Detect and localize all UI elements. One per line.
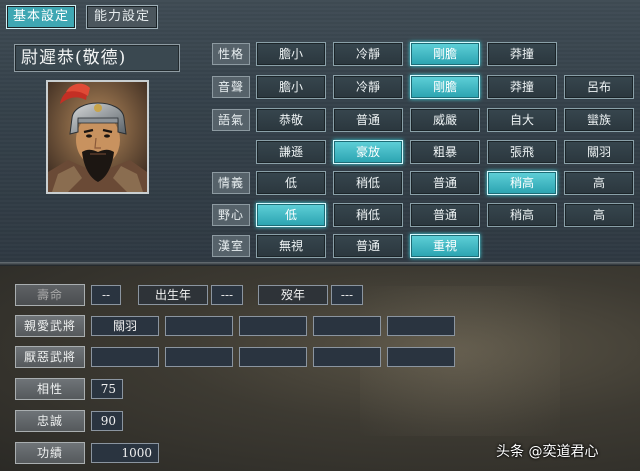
attribute-option-button[interactable]: 張飛: [487, 140, 557, 164]
birth-year-field[interactable]: ---: [211, 285, 243, 305]
lifespan-label[interactable]: 壽命: [15, 284, 85, 306]
officer-slot-field[interactable]: [239, 316, 307, 336]
death-year-label: 歿年: [258, 285, 328, 305]
attribute-option-button[interactable]: 莽撞: [487, 42, 557, 66]
attribute-option-button[interactable]: 膽小: [256, 75, 326, 99]
liked-officers-button[interactable]: 親愛武將: [15, 315, 85, 337]
attribute-option-button[interactable]: 冷靜: [333, 75, 403, 99]
attribute-option-button[interactable]: 稍低: [333, 203, 403, 227]
officer-slot-field[interactable]: [387, 347, 455, 367]
officer-name[interactable]: 尉遲恭(敬德): [14, 44, 180, 72]
officer-portrait: [46, 80, 149, 194]
attribute-option-button[interactable]: 稍高: [487, 203, 557, 227]
attribute-option-button[interactable]: 恭敬: [256, 108, 326, 132]
attribute-row-label: 野心: [212, 204, 250, 226]
compatibility-value[interactable]: 75: [91, 379, 123, 399]
attribute-option-button[interactable]: 蠻族: [564, 108, 634, 132]
attribute-option-button[interactable]: 高: [564, 203, 634, 227]
birth-year-label: 出生年: [138, 285, 208, 305]
watermark-text: 头条 @奕道君心: [496, 444, 599, 460]
attribute-row-label: 性格: [212, 43, 250, 65]
attribute-option-button[interactable]: 普通: [333, 234, 403, 258]
attribute-option-button[interactable]: 謙遜: [256, 140, 326, 164]
warrior-portrait-image: [48, 82, 147, 192]
death-year-field[interactable]: ---: [331, 285, 363, 305]
attribute-row-label: 情義: [212, 172, 250, 194]
compatibility-button[interactable]: 相性: [15, 378, 85, 400]
attribute-option-button[interactable]: 稍高: [487, 171, 557, 195]
disliked-officers-button[interactable]: 厭惡武將: [15, 346, 85, 368]
attribute-option-button[interactable]: 關羽: [564, 140, 634, 164]
attribute-option-button[interactable]: 莽撞: [487, 75, 557, 99]
tab-ability-settings[interactable]: 能力設定: [86, 5, 158, 29]
attribute-option-button[interactable]: 呂布: [564, 75, 634, 99]
lifespan-field[interactable]: --: [91, 285, 121, 305]
attribute-option-button[interactable]: 高: [564, 171, 634, 195]
attribute-option-button[interactable]: 普通: [410, 203, 480, 227]
attribute-option-button[interactable]: 重視: [410, 234, 480, 258]
merit-value[interactable]: 1000: [91, 443, 159, 463]
attribute-option-button[interactable]: 低: [256, 203, 326, 227]
officer-slot-field[interactable]: [239, 347, 307, 367]
attribute-row-label: 音聲: [212, 76, 250, 98]
attribute-option-button[interactable]: 威嚴: [410, 108, 480, 132]
attribute-option-button[interactable]: 粗暴: [410, 140, 480, 164]
officer-slot-field[interactable]: 關羽: [91, 316, 159, 336]
officer-slot-field[interactable]: [313, 316, 381, 336]
attribute-option-button[interactable]: 低: [256, 171, 326, 195]
officer-slot-field[interactable]: [165, 347, 233, 367]
attribute-option-button[interactable]: 自大: [487, 108, 557, 132]
loyalty-value[interactable]: 90: [91, 411, 123, 431]
attribute-option-button[interactable]: 膽小: [256, 42, 326, 66]
officer-slot-field[interactable]: [165, 316, 233, 336]
officer-slot-field[interactable]: [387, 316, 455, 336]
officer-slot-field[interactable]: [313, 347, 381, 367]
attribute-option-button[interactable]: 無視: [256, 234, 326, 258]
attribute-option-button[interactable]: 剛膽: [410, 75, 480, 99]
attribute-option-button[interactable]: 冷靜: [333, 42, 403, 66]
attribute-option-button[interactable]: 普通: [410, 171, 480, 195]
attribute-row-label: 漢室: [212, 235, 250, 257]
officer-slot-field[interactable]: [91, 347, 159, 367]
tab-basic-settings[interactable]: 基本設定: [6, 5, 76, 29]
merit-button[interactable]: 功績: [15, 442, 85, 464]
attribute-option-button[interactable]: 豪放: [333, 140, 403, 164]
attribute-option-button[interactable]: 稍低: [333, 171, 403, 195]
attribute-option-button[interactable]: 普通: [333, 108, 403, 132]
attribute-option-button[interactable]: 剛膽: [410, 42, 480, 66]
attribute-row-label: 語氣: [212, 109, 250, 131]
loyalty-button[interactable]: 忠誠: [15, 410, 85, 432]
